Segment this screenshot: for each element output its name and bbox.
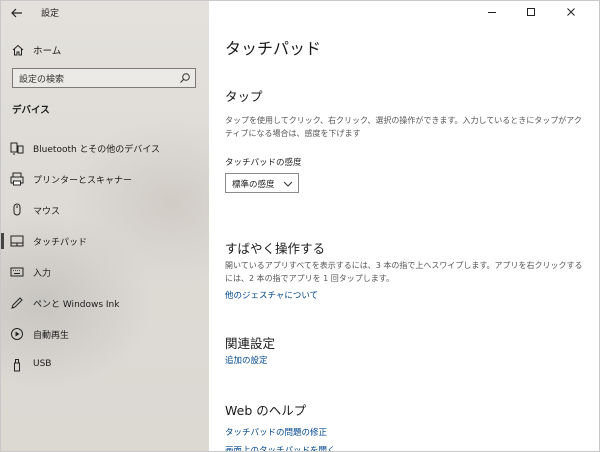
app-title: 設定 [41, 9, 60, 19]
sidebar-item-label: ペンと Windows Ink [33, 300, 120, 310]
sensitivity-dropdown[interactable]: 標準の感度 [225, 173, 299, 193]
tap-heading: タップ [225, 89, 263, 104]
sidebar-item-label: 自動再生 [33, 331, 70, 341]
gestures-description: 開いているアプリすべてを表示するには、3 本の指で上へスワイプします。アプリを右… [225, 261, 583, 283]
sidebar-item-label: 入力 [33, 269, 52, 279]
page-title: タッチパッド [225, 39, 322, 58]
open-onscreen-touchpad-link[interactable]: 画面上のタッチパッドを開く [225, 444, 336, 451]
sidebar-item-usb[interactable]: USB [1, 352, 209, 378]
sidebar-item-pen[interactable]: ペンと Windows Ink [1, 290, 209, 316]
related-settings-heading: 関連設定 [225, 336, 276, 351]
sidebar-item-typing[interactable]: 入力 [1, 259, 209, 285]
tap-description: タップを使用してクリック、右クリック、選択の操作ができます。入力しているときにタ… [225, 116, 582, 138]
search-input[interactable]: 設定の検索 [12, 68, 196, 88]
active-indicator [1, 233, 4, 249]
keyboard-icon [10, 267, 24, 277]
sidebar-item-bluetooth[interactable]: Bluetooth とその他のデバイス [1, 135, 209, 161]
sidebar: 設定 ホーム 設定の検索 デバイス Bluetooth とその他のデバイス プリ… [1, 1, 209, 451]
sidebar-item-home[interactable]: ホーム [1, 39, 209, 61]
sidebar-item-touchpad[interactable]: タッチパッド [1, 228, 209, 254]
sidebar-item-label: プリンターとスキャナー [33, 176, 133, 186]
sidebar-item-autoplay[interactable]: 自動再生 [1, 321, 209, 347]
printer-icon [10, 172, 24, 186]
sensitivity-value: 標準の感度 [232, 180, 275, 190]
fix-touchpad-link[interactable]: タッチパッドの問題の修正 [225, 426, 327, 438]
sidebar-item-label: USB [33, 359, 52, 369]
autoplay-icon [11, 328, 23, 340]
search-icon[interactable] [179, 72, 191, 84]
back-arrow-icon[interactable] [10, 6, 24, 20]
web-help-heading: Web のヘルプ [225, 403, 307, 418]
more-gestures-link[interactable]: 他のジェスチャについて [225, 289, 318, 301]
mouse-icon [13, 203, 21, 216]
settings-window: 設定 ホーム 設定の検索 デバイス Bluetooth とその他のデバイス プリ… [0, 0, 600, 452]
close-icon[interactable] [563, 4, 579, 20]
pen-icon [11, 297, 23, 309]
title-bar-left: 設定 [1, 1, 209, 25]
chevron-down-icon [283, 181, 293, 187]
sidebar-item-printers[interactable]: プリンターとスキャナー [1, 166, 209, 192]
additional-settings-link[interactable]: 追加の設定 [225, 354, 268, 366]
search-placeholder: 設定の検索 [19, 75, 65, 85]
maximize-icon[interactable] [523, 4, 539, 20]
sidebar-item-label: ホーム [33, 46, 62, 57]
section-heading: デバイス [12, 105, 50, 116]
usb-icon [14, 359, 20, 372]
minimize-icon[interactable] [484, 4, 500, 20]
sidebar-item-label: タッチパッド [33, 238, 88, 248]
sidebar-item-label: マウス [33, 207, 61, 217]
sensitivity-label: タッチパッドの感度 [225, 158, 302, 168]
sidebar-item-mouse[interactable]: マウス [1, 197, 209, 223]
home-icon [12, 44, 24, 56]
content-pane: タッチパッド タップ タップを使用してクリック、右クリック、選択の操作ができます… [209, 1, 599, 451]
window-controls [481, 1, 599, 25]
sidebar-item-label: Bluetooth とその他のデバイス [33, 145, 161, 155]
gestures-heading: すばやく操作する [225, 241, 326, 256]
touchpad-icon [10, 235, 24, 247]
bluetooth-device-icon [10, 142, 24, 155]
